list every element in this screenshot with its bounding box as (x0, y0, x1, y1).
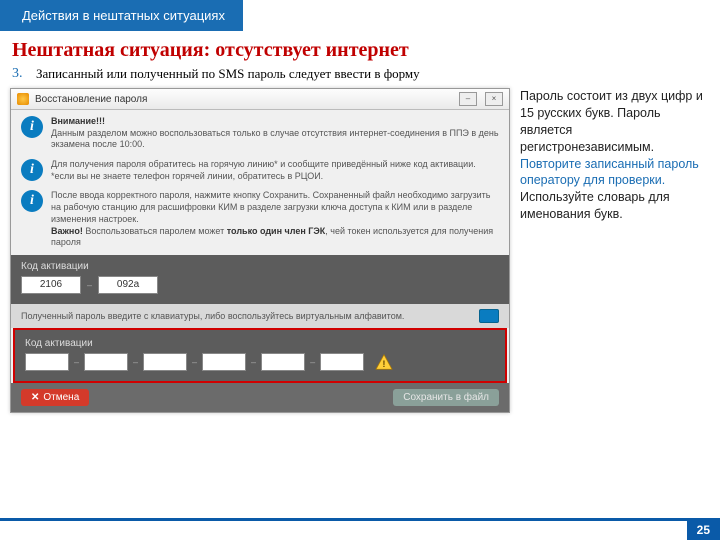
side-note: Пароль состоит из двух цифр и 15 русских… (518, 88, 710, 413)
info-icon: i (21, 159, 43, 181)
password-entry-section: Код активации – – – – – ! (13, 328, 507, 383)
code-label: Код активации (21, 261, 499, 272)
code-part-2[interactable] (98, 276, 158, 294)
info-block-3: i После ввода корректного пароля, нажмит… (11, 184, 509, 250)
cancel-label: Отмена (43, 392, 79, 403)
code-part-1[interactable] (21, 276, 81, 294)
side-p2: Повторите записанный пароль оператору дл… (520, 157, 699, 188)
hint-strip: Полученный пароль введите с клавиатуры, … (11, 304, 509, 328)
info3-b: Воспользоваться паролем может (83, 226, 227, 236)
info1-body: Данным разделом можно воспользоваться то… (51, 128, 499, 150)
close-icon: ✕ (31, 392, 39, 403)
footer: 25 (0, 518, 720, 540)
dialog-title: Восстановление пароля (35, 94, 451, 105)
minimize-button[interactable]: – (459, 92, 477, 106)
save-button[interactable]: Сохранить в файл (393, 389, 499, 406)
pwd-part-2[interactable] (84, 353, 128, 371)
warning-icon: ! (375, 354, 393, 370)
situation-title: Нештатная ситуация: отсутствует интернет (12, 39, 720, 62)
info2-a: Для получения пароля обратитесь на горяч… (51, 159, 476, 169)
pwd-part-1[interactable] (25, 353, 69, 371)
side-p1: Пароль состоит из двух цифр и 15 русских… (520, 89, 703, 154)
info3-head: Важно! (51, 226, 83, 236)
step-row: 3. Записанный или полученный по SMS паро… (12, 66, 720, 82)
info-icon: i (21, 190, 43, 212)
save-label: Сохранить в файл (403, 392, 489, 403)
page-number: 25 (687, 521, 720, 540)
step-number: 3. (12, 66, 26, 82)
info-icon: i (21, 116, 43, 138)
dash: – (87, 280, 92, 290)
info3-strong: только один член ГЭК (227, 226, 326, 236)
side-p3: Используйте словарь для именования букв. (520, 190, 670, 221)
close-button[interactable]: × (485, 92, 503, 106)
dialog-button-bar: ✕ Отмена Сохранить в файл (11, 383, 509, 412)
hint-text: Полученный пароль введите с клавиатуры, … (21, 311, 404, 321)
password-label: Код активации (25, 338, 495, 349)
info2-b: *если вы не знаете телефон горячей линии… (51, 171, 323, 181)
step-text: Записанный или полученный по SMS пароль … (36, 66, 420, 82)
keyboard-icon[interactable] (479, 309, 499, 323)
info-block-2: i Для получения пароля обратитесь на гор… (11, 153, 509, 184)
info3-a: После ввода корректного пароля, нажмите … (51, 190, 490, 223)
password-dialog: Восстановление пароля – × i Внимание!!! … (10, 88, 510, 413)
cancel-button[interactable]: ✕ Отмена (21, 389, 89, 406)
dialog-title-bar: Восстановление пароля – × (11, 89, 509, 110)
info1-heading: Внимание!!! (51, 116, 105, 126)
info-block-1: i Внимание!!! Данным разделом можно восп… (11, 110, 509, 153)
header-ribbon: Действия в нештатных ситуациях (0, 0, 243, 31)
pwd-part-5[interactable] (261, 353, 305, 371)
shield-icon (17, 93, 29, 105)
pwd-part-4[interactable] (202, 353, 246, 371)
pwd-part-6[interactable] (320, 353, 364, 371)
svg-text:!: ! (383, 359, 386, 370)
activation-code-section: Код активации – (11, 255, 509, 304)
pwd-part-3[interactable] (143, 353, 187, 371)
